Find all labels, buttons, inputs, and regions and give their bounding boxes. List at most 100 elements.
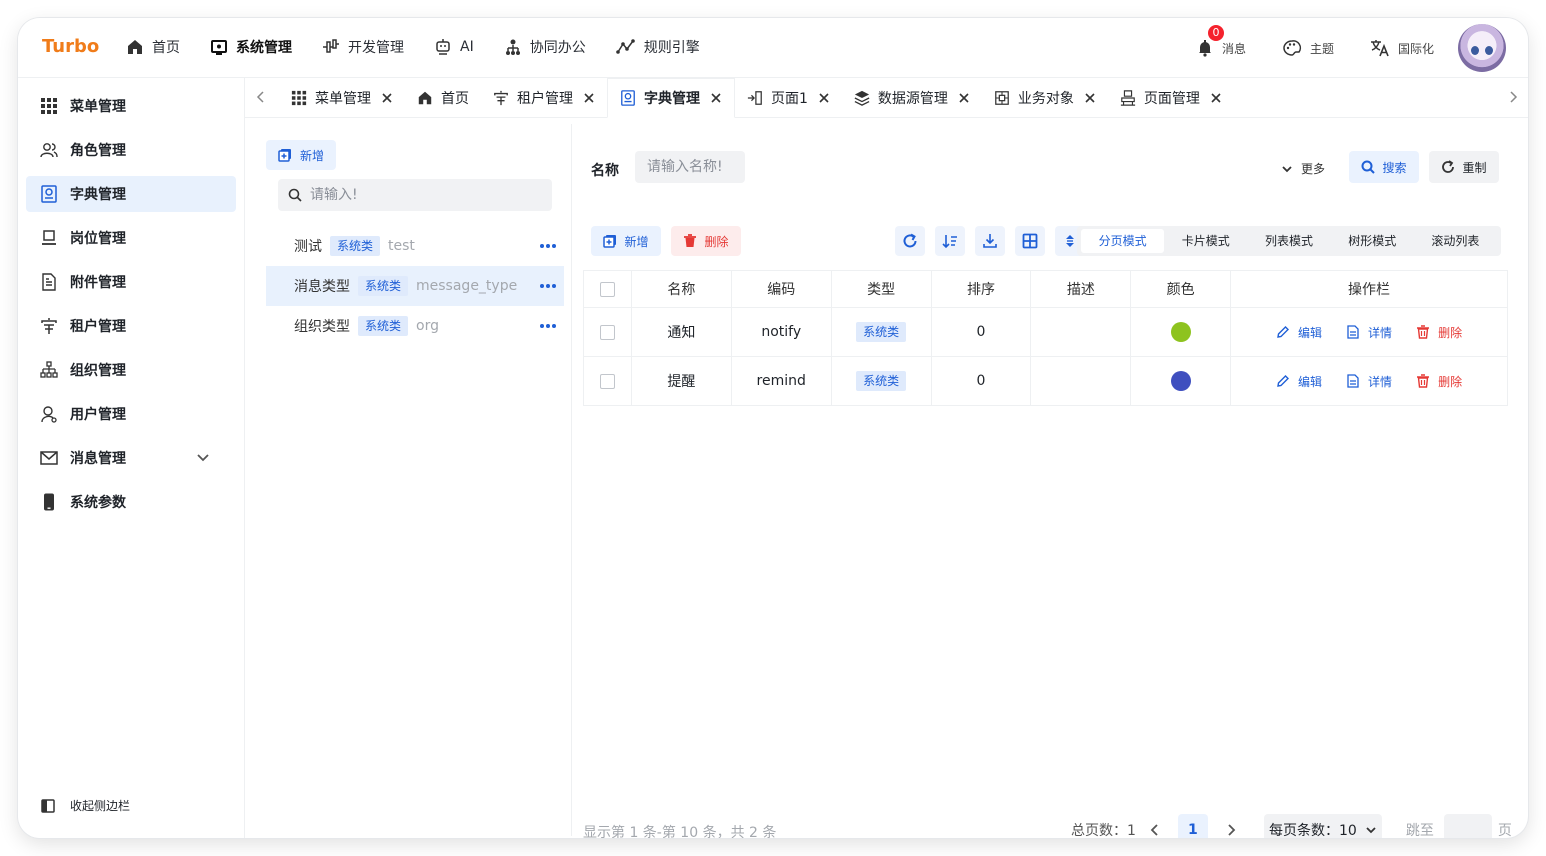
tab-dictionary[interactable]: 字典管理 — [607, 78, 735, 118]
column-header[interactable]: 编码 — [730, 270, 832, 308]
list-item[interactable]: 组织类型 系统类 org — [266, 306, 564, 346]
users-icon — [40, 143, 58, 158]
jump-page-input[interactable] — [1443, 814, 1492, 838]
delete-button[interactable]: 删除 — [1416, 373, 1462, 390]
column-header[interactable]: 排序 — [930, 270, 1032, 308]
topnav-rule-label: 规则引擎 — [643, 40, 700, 56]
list-item[interactable]: 测试 系统类 test — [266, 226, 564, 266]
topnav-home[interactable]: 首页 — [126, 36, 180, 58]
close-icon[interactable] — [583, 92, 595, 104]
row-checkbox[interactable] — [599, 373, 615, 389]
search-button[interactable]: 搜索 — [1349, 151, 1419, 183]
bell-icon — [1198, 40, 1211, 57]
topnav-collab[interactable]: 协同办公 — [504, 36, 586, 58]
mode-scroll[interactable]: 滚动列表 — [1414, 229, 1497, 253]
sidebar-item-params[interactable]: 系统参数 — [26, 484, 236, 520]
sidebar-item-tenant[interactable]: 租户管理 — [26, 308, 236, 344]
tab-datasource[interactable]: 数据源管理 — [842, 78, 982, 118]
delete-button[interactable]: 删除 — [1416, 324, 1462, 341]
edit-button[interactable]: 编辑 — [1276, 373, 1322, 390]
tab-home[interactable]: 首页 — [405, 78, 481, 118]
name-filter-input[interactable] — [635, 151, 745, 183]
sidebar-item-menu[interactable]: 菜单管理 — [26, 88, 236, 124]
topnav-rule[interactable]: 规则引擎 — [615, 36, 700, 58]
edit-label: 编辑 — [1298, 325, 1323, 340]
color-swatch — [1170, 371, 1191, 391]
close-icon[interactable] — [958, 92, 970, 104]
tab-page-manage[interactable]: 页面管理 — [1108, 78, 1234, 118]
sidebar-item-user[interactable]: 用户管理 — [26, 396, 236, 432]
add-dictionary-button[interactable]: 新增 — [266, 140, 337, 170]
list-item[interactable]: 消息类型 系统类 message_type — [266, 266, 564, 306]
column-header[interactable]: 颜色 — [1130, 270, 1232, 308]
detail-button[interactable]: 详情 — [1346, 373, 1392, 390]
top-header: Turbo 首页 系统管理 开发管理 AI 协同办公 规则引擎 消息 0 主题 … — [18, 18, 1528, 78]
type-tag: 系统类 — [856, 322, 907, 342]
chevron-right-icon[interactable] — [1507, 90, 1519, 104]
close-icon[interactable] — [381, 92, 393, 104]
more-icon[interactable] — [538, 324, 556, 328]
mode-card[interactable]: 卡片模式 — [1164, 229, 1247, 253]
sidebar-item-dictionary[interactable]: 字典管理 — [26, 176, 236, 212]
dev-icon — [323, 39, 339, 53]
add-item-label: 新增 — [624, 234, 649, 249]
theme-button[interactable]: 主题 — [1282, 39, 1334, 57]
row-checkbox[interactable] — [599, 324, 615, 340]
sidebar-item-post[interactable]: 岗位管理 — [26, 220, 236, 256]
sort-button[interactable] — [935, 226, 965, 256]
select-all-checkbox[interactable] — [599, 281, 615, 297]
delete-items-button[interactable]: 删除 — [671, 226, 741, 256]
home-icon — [128, 40, 142, 54]
topnav-ai[interactable]: AI — [434, 36, 474, 58]
view-mode-switch: 分页模式 卡片模式 列表模式 树形模式 滚动列表 — [1077, 226, 1501, 256]
column-header[interactable]: 类型 — [830, 270, 932, 308]
add-item-button[interactable]: 新增 — [591, 226, 661, 256]
export-button[interactable] — [975, 226, 1005, 256]
dictionary-search-input[interactable] — [310, 187, 530, 203]
column-header[interactable]: 名称 — [630, 270, 732, 308]
close-icon[interactable] — [1210, 92, 1222, 104]
i18n-button[interactable]: 国际化 — [1370, 39, 1434, 57]
columns-button[interactable] — [1015, 226, 1045, 256]
detail-button[interactable]: 详情 — [1346, 324, 1392, 341]
sidebar-item-attachment[interactable]: 附件管理 — [26, 264, 236, 300]
topnav-dev[interactable]: 开发管理 — [322, 36, 404, 58]
column-header[interactable]: 描述 — [1030, 270, 1132, 308]
mode-tree[interactable]: 树形模式 — [1331, 229, 1414, 253]
user-avatar[interactable] — [1458, 24, 1506, 72]
tab-menu[interactable]: 菜单管理 — [279, 78, 405, 118]
more-icon[interactable] — [538, 284, 556, 288]
pagination-summary: 显示第 1 条-第 10 条，共 2 条 — [583, 825, 777, 838]
page-size-select[interactable]: 每页条数：10 — [1263, 814, 1382, 838]
close-icon[interactable] — [1084, 92, 1096, 104]
sidebar-item-role[interactable]: 角色管理 — [26, 132, 236, 168]
chevron-left-icon[interactable] — [255, 90, 267, 104]
table-row: 提醒 remind 系统类 0 编辑 详情 删除 — [583, 356, 1508, 406]
mode-paged[interactable]: 分页模式 — [1081, 229, 1165, 253]
close-icon[interactable] — [818, 92, 830, 104]
edit-button[interactable]: 编辑 — [1276, 324, 1322, 341]
sidebar-item-message[interactable]: 消息管理 — [26, 440, 236, 476]
collapse-sidebar-button[interactable]: 收起侧边栏 — [40, 797, 130, 814]
close-icon[interactable] — [710, 92, 722, 104]
mode-list[interactable]: 列表模式 — [1247, 229, 1330, 253]
more-filters-button[interactable]: 更多 — [1281, 160, 1325, 177]
next-page-button[interactable] — [1216, 814, 1246, 838]
tab-page1[interactable]: 页面1 — [735, 78, 842, 118]
tab-tenant[interactable]: 租户管理 — [481, 78, 607, 118]
tab-label: 字典管理 — [644, 91, 700, 107]
reset-button[interactable]: 重制 — [1429, 151, 1499, 183]
current-page[interactable]: 1 — [1177, 814, 1208, 838]
sidebar-item-org[interactable]: 组织管理 — [26, 352, 236, 388]
cell-actions: 编辑 详情 删除 — [1230, 356, 1508, 406]
detail-label: 详情 — [1368, 374, 1393, 389]
more-icon[interactable] — [538, 244, 556, 248]
topnav-system[interactable]: 系统管理 — [210, 36, 292, 58]
chevron-down-icon[interactable] — [196, 451, 210, 465]
app-logo[interactable]: Turbo — [42, 36, 99, 57]
refresh-button[interactable] — [895, 226, 925, 256]
messages-button[interactable]: 消息 0 — [1196, 25, 1246, 57]
add-icon — [603, 235, 617, 248]
prev-page-button[interactable] — [1140, 814, 1170, 838]
tab-business-object[interactable]: 业务对象 — [982, 78, 1108, 118]
